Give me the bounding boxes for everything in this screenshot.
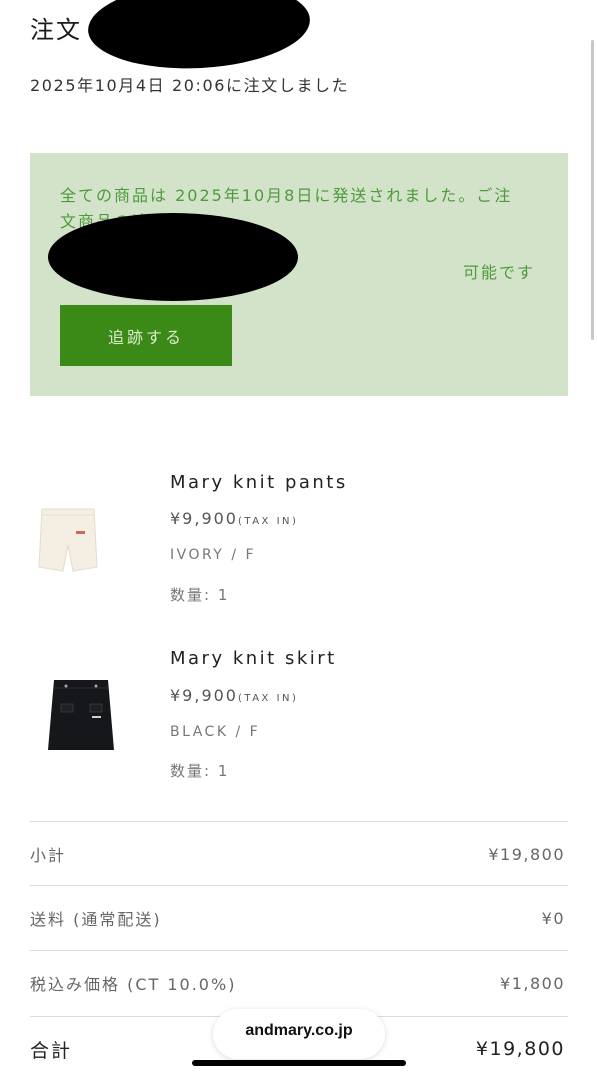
total-value: ¥19,800: [475, 1038, 565, 1060]
order-date: 2025年10月4日 20:06に注文しました: [30, 76, 350, 95]
product-price: ¥9,900(TAX IN): [170, 686, 298, 705]
shipping-fee-row: 送料 (通常配送) ¥0: [30, 885, 568, 950]
product-quantity: 数量: 1: [170, 762, 230, 780]
product-variant: BLACK / F: [170, 724, 261, 740]
subtotal-value: ¥19,800: [488, 844, 565, 864]
tracking-available-text: 可能です: [462, 263, 535, 282]
product-image-pants[interactable]: [36, 505, 100, 575]
redaction-mark: [48, 213, 298, 301]
tax-value: ¥1,800: [500, 973, 565, 993]
product-image-skirt[interactable]: [36, 676, 126, 756]
total-label: 合計: [30, 1039, 73, 1062]
price-value: ¥9,900: [170, 509, 238, 528]
price-value: ¥9,900: [170, 686, 238, 705]
tax-label: 税込み価格 (CT 10.0%): [30, 975, 237, 994]
shipping-notice: 全ての商品は 2025年10月8日に発送されました。ご注文商品の追跡は 可能です…: [30, 153, 568, 396]
product-name[interactable]: Mary knit skirt: [170, 648, 337, 669]
redaction-mark: [85, 0, 313, 74]
tax-row: 税込み価格 (CT 10.0%) ¥1,800: [30, 950, 568, 1015]
product-name[interactable]: Mary knit pants: [170, 472, 348, 493]
url-bar[interactable]: andmary.co.jp: [213, 1009, 385, 1059]
home-indicator[interactable]: [192, 1060, 406, 1066]
shipping-fee-value: ¥0: [541, 908, 565, 928]
scrollbar[interactable]: [591, 40, 594, 340]
product-variant: IVORY / F: [170, 547, 257, 563]
subtotal-row: 小計 ¥19,800: [30, 821, 568, 886]
track-button[interactable]: 追跡する: [60, 305, 232, 366]
shipping-fee-label: 送料 (通常配送): [30, 910, 162, 929]
subtotal-label: 小計: [30, 846, 67, 865]
page-title: 注文: [30, 16, 82, 44]
tax-note: (TAX IN): [237, 516, 299, 527]
tax-note: (TAX IN): [237, 693, 299, 704]
product-quantity: 数量: 1: [170, 586, 230, 604]
product-price: ¥9,900(TAX IN): [170, 509, 298, 528]
